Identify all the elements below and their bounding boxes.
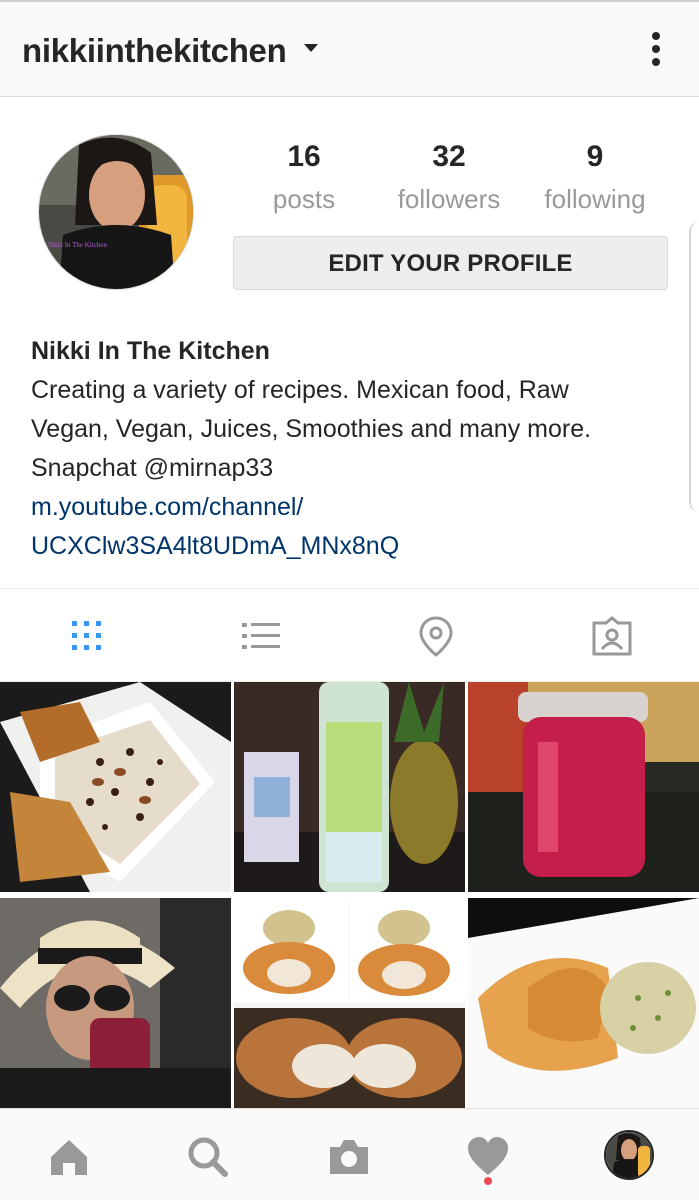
followers-count[interactable]: 32 followers [384, 140, 514, 215]
post-thumbnail[interactable] [0, 682, 231, 892]
home-icon[interactable] [47, 1135, 91, 1179]
post-thumbnail[interactable] [234, 898, 465, 1108]
website-link[interactable]: UCXClw3SA4lt8UDmA_MNx8nQ [31, 527, 671, 566]
bio-section: Nikki In The Kitchen Creating a variety … [31, 332, 671, 566]
posts-grid [0, 682, 699, 1108]
post-thumbnail[interactable] [468, 898, 699, 1108]
list-icon[interactable] [240, 615, 282, 657]
posts-count[interactable]: 16 posts [239, 140, 369, 215]
edit-profile-button[interactable]: EDIT YOUR PROFILE [233, 236, 668, 290]
notification-dot [484, 1177, 492, 1185]
bio-line: Vegan, Vegan, Juices, Smoothies and many… [31, 415, 592, 443]
camera-icon[interactable] [327, 1135, 371, 1179]
heart-icon[interactable] [466, 1135, 510, 1179]
grid-icon[interactable] [66, 615, 108, 657]
search-icon[interactable] [186, 1135, 230, 1179]
posts-count-label: posts [272, 184, 336, 214]
following-count[interactable]: 9 following [530, 140, 660, 215]
followers-count-value: 32 [432, 140, 466, 173]
post-thumbnail[interactable] [468, 682, 699, 892]
profile-avatar[interactable]: Nikki In The Kitchen [38, 134, 194, 290]
location-pin-icon[interactable] [415, 615, 457, 657]
profile-avatar-icon[interactable] [604, 1130, 654, 1180]
screen-edge [689, 222, 699, 512]
post-thumbnail[interactable] [0, 898, 231, 1108]
followers-count-label: followers [397, 184, 501, 214]
posts-count-value: 16 [287, 140, 321, 173]
post-thumbnail[interactable] [234, 682, 465, 892]
following-count-label: following [544, 184, 646, 214]
chevron-down-icon[interactable] [304, 44, 318, 52]
bottom-navigation [0, 1108, 699, 1200]
more-vertical-icon[interactable] [651, 32, 661, 68]
website-link[interactable]: m.youtube.com/channel/ [31, 488, 671, 527]
bio-line: Snapchat @mirnap33 [31, 454, 274, 482]
bio-line: Creating a variety of recipes. Mexican f… [31, 376, 569, 404]
username-title[interactable]: nikkiinthekitchen [22, 32, 287, 70]
profile-view-tabs [0, 588, 699, 682]
avatar-caption: Nikki In The Kitchen [47, 241, 107, 249]
tagged-photos-icon[interactable] [591, 615, 633, 657]
top-bar: nikkiinthekitchen [0, 0, 699, 97]
display-name: Nikki In The Kitchen [31, 337, 270, 365]
following-count-value: 9 [586, 140, 604, 173]
